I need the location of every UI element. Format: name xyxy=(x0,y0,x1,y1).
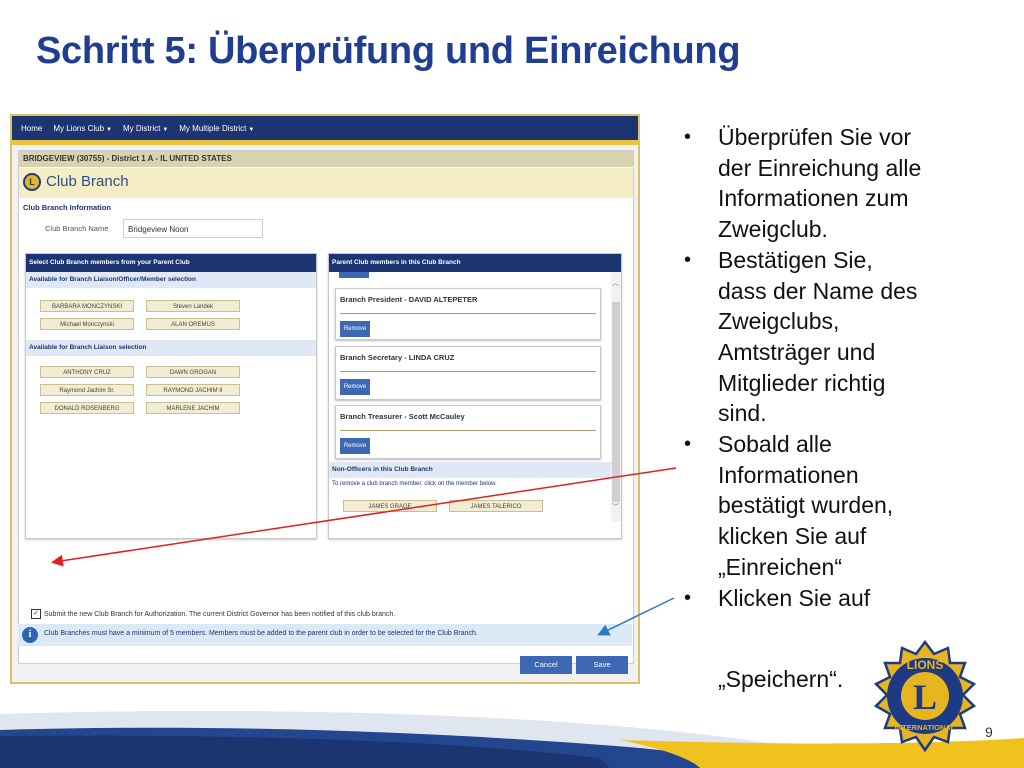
bullet-continuation: „Speichern“. xyxy=(718,666,844,692)
bullet-item: • Bestätigen Sie, dass der Name des Zweig… xyxy=(684,246,918,427)
bullet-item: • Klicken Sie auf xyxy=(684,584,871,611)
logo-letter: L xyxy=(913,677,937,717)
lions-logo: L LIONS INTERNATIONAL xyxy=(873,639,977,753)
page-number: 9 xyxy=(985,724,993,740)
logo-top-text: LIONS xyxy=(907,658,944,672)
logo-bottom-text: INTERNATIONAL xyxy=(895,723,956,732)
bullet-list: • Überprüfen Sie vor der Einreichung alle… xyxy=(682,122,942,613)
bullet-item: • Überprüfen Sie vor der Einreichung alle… xyxy=(684,124,922,243)
blue-arrow xyxy=(597,597,675,636)
bullet-item: • Sobald alle Informationen bestätigt wur… xyxy=(684,431,894,580)
red-arrow xyxy=(51,467,677,567)
